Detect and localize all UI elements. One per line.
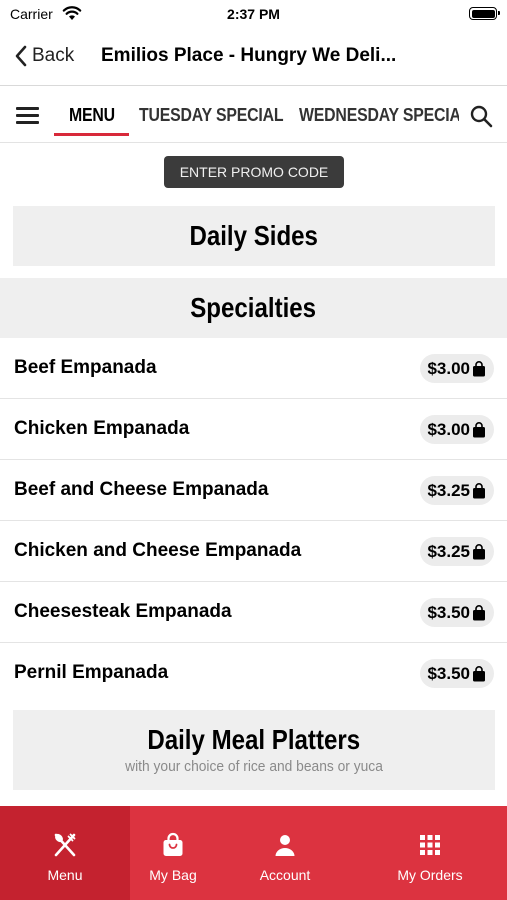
price-add-button[interactable]: $3.50 (420, 598, 494, 627)
bottom-tab-account[interactable]: Account (240, 806, 330, 900)
section-subtitle: with your choice of rice and beans or yu… (125, 758, 383, 775)
tab-list: MENU TUESDAY SPECIAL WEDNESDAY SPECIAL (54, 87, 459, 142)
back-button[interactable]: Back (14, 42, 74, 70)
battery-icon (469, 7, 500, 20)
section-header-daily-sides[interactable]: Daily Sides (13, 206, 495, 266)
back-label: Back (32, 45, 75, 66)
menu-item[interactable]: Cheesesteak Empanada $3.50 (0, 582, 507, 643)
bag-icon (473, 665, 485, 681)
item-price: $3.50 (427, 602, 470, 622)
nav-bar: Back Emilios Place - Hungry We Deli... (0, 28, 507, 86)
tab-menu[interactable]: MENU (69, 105, 115, 126)
person-icon (275, 835, 295, 856)
active-tab-indicator (54, 133, 129, 136)
price-add-button[interactable]: $3.00 (420, 415, 494, 444)
price-add-button[interactable]: $3.00 (420, 354, 494, 383)
menu-item[interactable]: Beef and Cheese Empanada $3.25 (0, 460, 507, 521)
bottom-tab-my-orders[interactable]: My Orders (380, 806, 480, 900)
bottom-tab-label: My Orders (397, 867, 463, 883)
bag-icon (163, 832, 183, 856)
clock: 2:37 PM (227, 6, 280, 22)
bottom-tab-label: Menu (47, 867, 83, 883)
item-price: $3.00 (427, 419, 470, 439)
bottom-tab-menu[interactable]: Menu (0, 806, 130, 900)
chevron-left-icon (15, 45, 27, 67)
bag-icon (473, 604, 485, 620)
item-name: Cheesesteak Empanada (14, 601, 232, 622)
menu-item[interactable]: Chicken and Cheese Empanada $3.25 (0, 521, 507, 582)
item-price: $3.00 (427, 358, 470, 378)
tab-wednesday-special[interactable]: WEDNESDAY SPECIAL (299, 105, 459, 126)
bottom-tab-label: Account (259, 867, 311, 883)
hamburger-menu-icon[interactable] (16, 107, 39, 124)
item-name: Beef Empanada (14, 357, 157, 378)
item-name: Chicken and Cheese Empanada (14, 540, 302, 561)
menu-item[interactable]: Beef Empanada $3.00 (0, 338, 507, 399)
bag-icon (473, 482, 485, 498)
item-price: $3.50 (427, 663, 470, 683)
tab-tuesday-special[interactable]: TUESDAY SPECIAL (139, 105, 284, 126)
item-price: $3.25 (427, 541, 470, 561)
section-title: Specialties (190, 292, 317, 323)
section-header-daily-meal-platters[interactable]: Daily Meal Platters with your choice of … (13, 710, 495, 790)
bottom-tab-my-bag[interactable]: My Bag (130, 806, 216, 900)
bag-icon (473, 421, 485, 437)
bag-icon (473, 543, 485, 559)
section-title: Daily Sides (189, 220, 319, 251)
search-icon[interactable] (469, 104, 493, 128)
category-tab-bar: MENU TUESDAY SPECIAL WEDNESDAY SPECIAL (0, 87, 507, 143)
item-name: Pernil Empanada (14, 662, 169, 683)
item-name: Chicken Empanada (14, 418, 190, 439)
fork-knife-icon (54, 833, 76, 857)
price-add-button[interactable]: $3.50 (420, 659, 494, 688)
bottom-tab-bar: Menu My Bag Account My Orders (0, 806, 507, 900)
section-header-specialties: Specialties (0, 278, 507, 338)
price-add-button[interactable]: $3.25 (420, 476, 494, 505)
status-bar: Carrier 2:37 PM (0, 0, 507, 28)
menu-item[interactable]: Chicken Empanada $3.00 (0, 399, 507, 460)
section-title: Daily Meal Platters (147, 724, 361, 755)
grid-icon (420, 835, 440, 855)
item-name: Beef and Cheese Empanada (14, 479, 269, 500)
bottom-tab-label: My Bag (149, 867, 197, 883)
bag-icon (473, 360, 485, 376)
menu-item[interactable]: Pernil Empanada $3.50 (0, 643, 507, 704)
enter-promo-code-button[interactable]: ENTER PROMO CODE (164, 156, 344, 188)
item-price: $3.25 (427, 480, 470, 500)
page-title: Emilios Place - Hungry We Deli... (101, 45, 397, 66)
price-add-button[interactable]: $3.25 (420, 537, 494, 566)
